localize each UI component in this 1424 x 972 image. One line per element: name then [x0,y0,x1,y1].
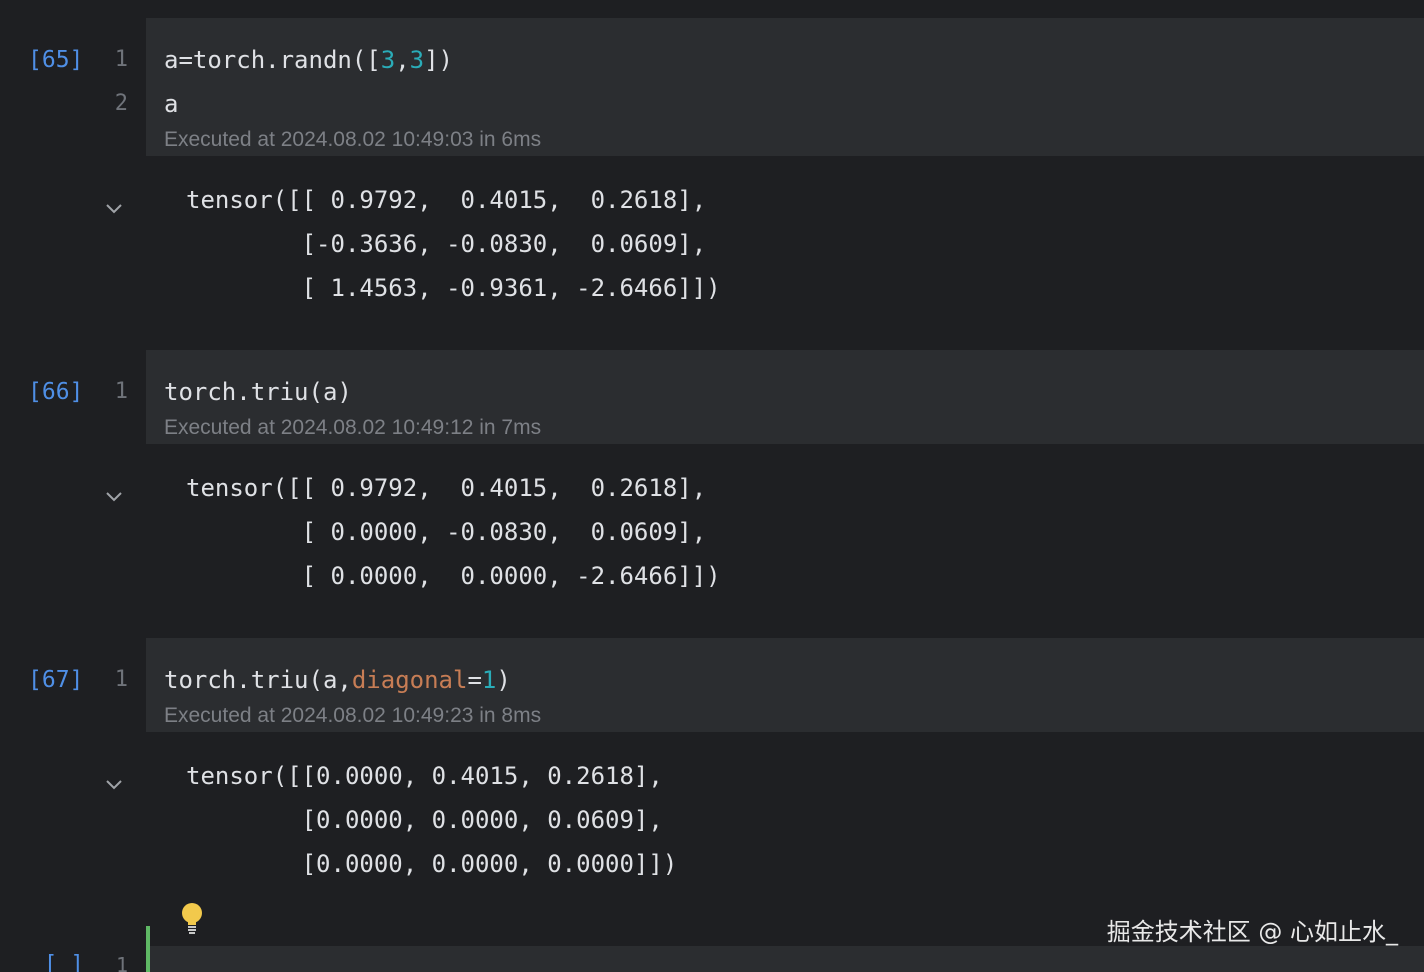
execution-info: Executed at 2024.08.02 10:49:03 in 6ms [164,128,542,151]
execution-count: [66] [28,379,84,405]
code-token: = [467,666,482,694]
execution-info: Executed at 2024.08.02 10:49:12 in 7ms [164,416,542,439]
line-number: 1 [115,953,128,972]
output-line: tensor([[ 0.9792, 0.4015, 0.2618], [186,186,707,214]
number-literal: 1 [481,666,497,694]
code-line[interactable]: torch.triu(a,diagonal=1) [164,658,511,702]
execution-count: [ ] [44,952,84,972]
chevron-down-icon[interactable] [104,775,124,795]
output-line: tensor([[0.0000, 0.4015, 0.2618], [186,762,663,790]
execution-count: [65] [28,47,84,73]
execution-count: [67] [28,667,84,693]
cell-output: tensor([[ 0.9792, 0.4015, 0.2618], [-0.3… [186,178,721,310]
lightbulb-icon[interactable] [178,901,206,935]
output-line: [0.0000, 0.0000, 0.0609], [186,806,663,834]
cell-output: tensor([[ 0.9792, 0.4015, 0.2618], [ 0.0… [186,466,721,598]
number-literal: 3 [380,46,396,74]
code-token: , [395,46,410,74]
code-token: ) [496,666,511,694]
code-editor[interactable]: torch.triu(a) Executed at 2024.08.02 10:… [146,350,1424,444]
output-line: [ 0.0000, -0.0830, 0.0609], [186,518,707,546]
line-number: 1 [114,379,128,404]
code-editor[interactable]: torch.triu(a,diagonal=1) Executed at 202… [146,638,1424,732]
code-token: torch.triu(a, [164,666,352,694]
chevron-down-icon[interactable] [104,487,124,507]
code-line[interactable]: a=torch.randn([3,3]) [164,38,453,82]
code-line[interactable]: torch.triu(a) [164,370,352,414]
output-line: [ 1.4563, -0.9361, -2.6466]]) [186,274,721,302]
code-editor[interactable]: a=torch.randn([3,3]) a Executed at 2024.… [146,18,1424,156]
line-number: 2 [114,91,128,116]
number-literal: 3 [409,46,425,74]
code-line[interactable]: a [164,82,178,126]
code-token: torch.triu(a) [164,378,352,406]
code-token: a=torch.randn([ [164,46,381,74]
cell-output: tensor([[0.0000, 0.4015, 0.2618], [0.000… [186,754,677,886]
line-number: 1 [114,47,128,72]
code-token: a [164,90,179,118]
new-cell-editor[interactable] [150,946,1424,972]
output-line: [ 0.0000, 0.0000, -2.6466]]) [186,562,721,590]
chevron-down-icon[interactable] [104,199,124,219]
output-line: [-0.3636, -0.0830, 0.0609], [186,230,707,258]
keyword-argument: diagonal [351,666,468,694]
code-token: ]) [424,46,454,74]
line-number: 1 [114,667,128,692]
watermark: 掘金技术社区 @ 心如止水_ [1106,918,1398,946]
output-line: [0.0000, 0.0000, 0.0000]]) [186,850,678,878]
output-line: tensor([[ 0.9792, 0.4015, 0.2618], [186,474,707,502]
execution-info: Executed at 2024.08.02 10:49:23 in 8ms [164,704,542,727]
